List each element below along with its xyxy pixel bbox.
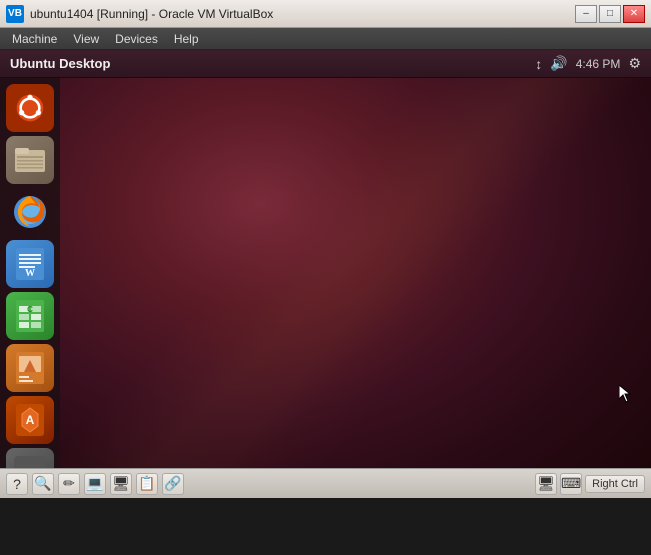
- time-display[interactable]: 4:46 PM: [576, 57, 621, 71]
- menu-view[interactable]: View: [65, 30, 107, 48]
- input-icon[interactable]: ↕: [535, 56, 542, 72]
- title-bar: VB ubuntu1404 [Running] - Oracle VM Virt…: [0, 0, 651, 28]
- desktop[interactable]: W C: [0, 78, 651, 498]
- app-icon: VB: [6, 5, 24, 23]
- desktop-background[interactable]: [60, 78, 651, 498]
- launcher-file-manager[interactable]: [6, 136, 54, 184]
- minimize-button[interactable]: –: [575, 5, 597, 23]
- svg-text:W: W: [25, 268, 35, 279]
- taskbar-computer-icon[interactable]: 💻: [84, 473, 106, 495]
- menu-machine[interactable]: Machine: [4, 30, 65, 48]
- volume-icon[interactable]: 🔊: [550, 55, 567, 72]
- launcher-ubuntu-home[interactable]: [6, 84, 54, 132]
- settings-icon[interactable]: ⚙: [628, 55, 641, 72]
- window-title: ubuntu1404 [Running] - Oracle VM Virtual…: [30, 7, 575, 21]
- taskbar-monitor-icon[interactable]: 🖥: [535, 473, 557, 495]
- ubuntu-top-bar: Ubuntu Desktop ↕ 🔊 4:46 PM ⚙: [0, 50, 651, 78]
- top-bar-right: ↕ 🔊 4:46 PM ⚙: [535, 55, 641, 72]
- taskbar-right: 🖥 ⌨ Right Ctrl: [535, 473, 645, 495]
- taskbar-display-icon[interactable]: 🖥: [110, 473, 132, 495]
- launcher-writer[interactable]: W: [6, 240, 54, 288]
- taskbar-edit-icon[interactable]: ✏: [58, 473, 80, 495]
- taskbar-help-icon[interactable]: ?: [6, 473, 28, 495]
- maximize-button[interactable]: □: [599, 5, 621, 23]
- taskbar-clipboard-icon[interactable]: 📋: [136, 473, 158, 495]
- mouse-cursor: [619, 385, 631, 403]
- launcher-firefox[interactable]: [6, 188, 54, 236]
- window-controls: – □ ✕: [575, 5, 645, 23]
- taskbar-search-icon[interactable]: 🔍: [32, 473, 54, 495]
- menu-help[interactable]: Help: [166, 30, 207, 48]
- svg-text:C: C: [27, 305, 33, 314]
- launcher-impress[interactable]: [6, 344, 54, 392]
- taskbar-network-icon[interactable]: 🔗: [162, 473, 184, 495]
- svg-text:A: A: [26, 413, 35, 427]
- taskbar-keyboard-icon[interactable]: ⌨: [560, 473, 582, 495]
- launcher: W C: [0, 78, 60, 498]
- menu-bar: Machine View Devices Help: [0, 28, 651, 50]
- close-button[interactable]: ✕: [623, 5, 645, 23]
- menu-devices[interactable]: Devices: [107, 30, 166, 48]
- right-ctrl-badge[interactable]: Right Ctrl: [585, 475, 645, 493]
- ubuntu-desktop-label: Ubuntu Desktop: [10, 56, 535, 71]
- launcher-software-center[interactable]: A: [6, 396, 54, 444]
- launcher-calc[interactable]: C: [6, 292, 54, 340]
- taskbar: ? 🔍 ✏ 💻 🖥 📋 🔗 🖥 ⌨ Right Ctrl: [0, 468, 651, 498]
